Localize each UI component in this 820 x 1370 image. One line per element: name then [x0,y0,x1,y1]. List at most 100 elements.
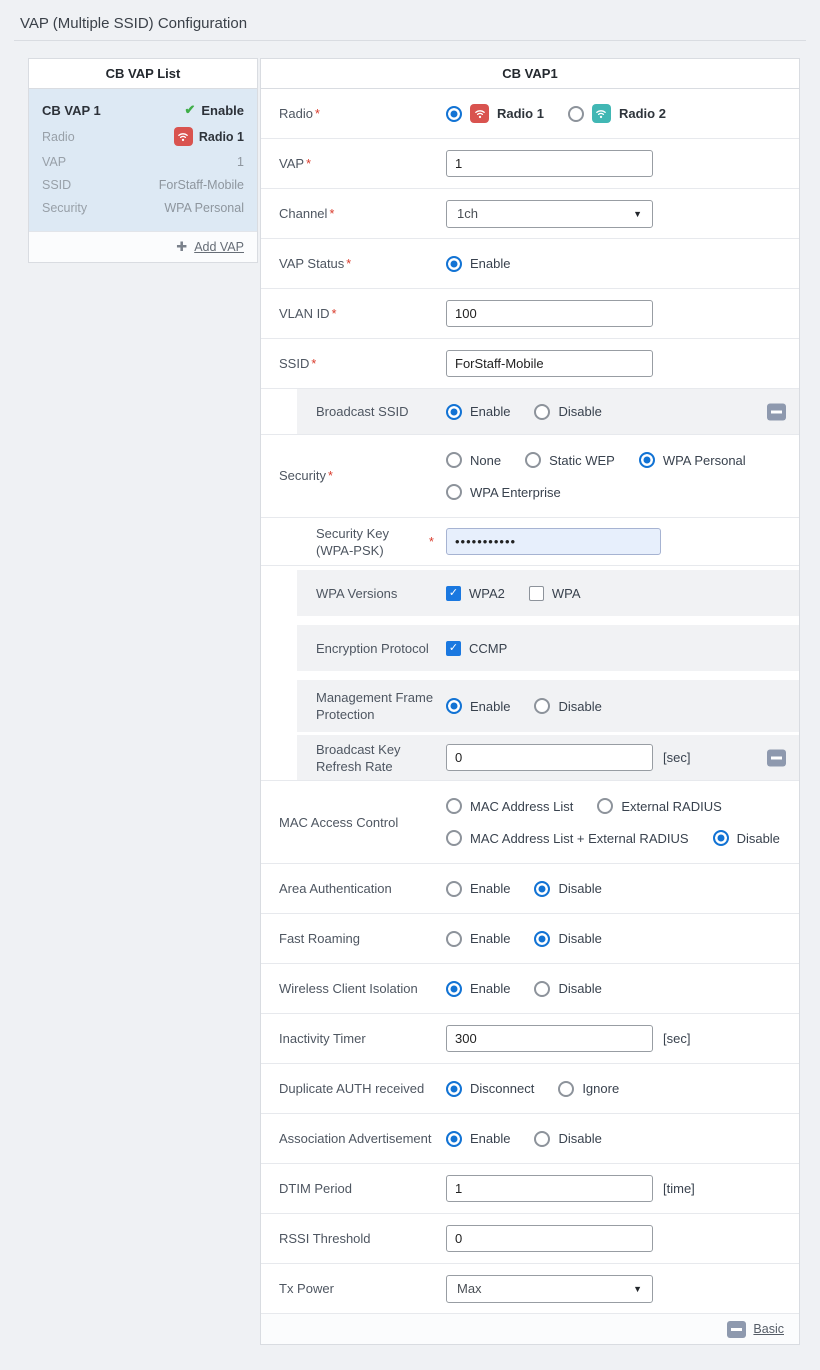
security-none-radio[interactable] [446,452,462,468]
radio1-option[interactable]: Radio 1 [446,104,544,123]
vap-input[interactable] [446,150,653,177]
mac-acl-disable-radio[interactable] [712,830,729,846]
vap-field-label: VAP [279,155,305,171]
broadcast-key-refresh-rate-input[interactable] [446,744,653,771]
assoc-adv-enable-option[interactable]: Enable [446,1130,510,1147]
dup-auth-ignore-radio[interactable] [558,1080,575,1097]
item-security-value: WPA Personal [164,201,244,215]
wci-enable-option[interactable]: Enable [446,980,510,997]
security-wpa-personal-radio[interactable] [638,452,655,468]
mac-list-plus-radius-radio[interactable] [446,830,462,846]
wpa2-option[interactable]: ✓ WPA2 [446,585,505,601]
external-radius-option[interactable]: External RADIUS [597,798,722,814]
vap-status-enable-radio[interactable] [446,255,462,272]
required-asterisk: * [306,156,311,171]
row-ssid: SSID * [261,339,799,389]
add-vap-row: ✚ Add VAP [29,231,257,262]
add-vap-link[interactable]: Add VAP [194,240,244,254]
chevron-down-icon: ▼ [633,208,642,219]
required-asterisk: * [429,534,434,549]
required-asterisk: * [329,206,335,221]
wpa2-checkbox[interactable]: ✓ [446,585,461,601]
assoc-adv-disable-option[interactable]: Disable [534,1130,602,1147]
wpa-option[interactable]: WPA [528,585,581,601]
mac-list-plus-radius-option[interactable]: MAC Address List + External RADIUS [446,830,689,846]
ccmp-option[interactable]: ✓ CCMP [446,640,507,656]
collapse-minus-button[interactable] [767,749,786,766]
tx-power-select[interactable]: Max ▼ [446,1274,653,1303]
collapse-minus-button[interactable] [727,1320,747,1338]
vap-status-field-label: VAP Status [279,255,345,271]
row-management-frame-protection: Management Frame Protection Enable Disab… [261,680,799,732]
assoc-adv-disable-radio[interactable] [534,1130,551,1147]
ssid-input[interactable] [446,350,653,377]
mac-acl-disable-option[interactable]: Disable [712,830,780,846]
security-key-input[interactable] [446,528,661,555]
channel-select[interactable]: 1ch ▼ [446,199,653,228]
rssi-threshold-input[interactable] [446,1225,653,1252]
mac-address-list-option[interactable]: MAC Address List [446,798,573,814]
wci-disable-radio[interactable] [534,980,551,997]
row-security: Security * None Static WEP WPA Personal W… [261,435,799,518]
broadcast-ssid-disable-option[interactable]: Disable [534,403,602,420]
vap-list-item[interactable]: CB VAP 1 ✔ Enable Radio Radio 1 VAP 1 SSI… [29,89,257,231]
area-auth-enable-option[interactable]: Enable [446,880,510,897]
required-asterisk: * [346,256,352,271]
page-title: VAP (Multiple SSID) Configuration [20,15,248,32]
mfp-enable-radio[interactable] [446,698,462,714]
wpa-versions-field-label: WPA Versions [316,585,398,601]
broadcast-ssid-enable-radio[interactable] [446,403,462,420]
row-vlan-id: VLAN ID * [261,289,799,339]
mfp-disable-option[interactable]: Disable [534,698,602,714]
row-wpa-versions: WPA Versions ✓ WPA2 WPA [261,570,799,616]
assoc-adv-enable-radio[interactable] [446,1130,462,1147]
broadcast-ssid-disable-radio[interactable] [534,403,551,420]
radio2-option[interactable]: Radio 2 [567,104,666,123]
radio2-radio-button[interactable] [567,105,584,122]
security-static-wep-radio[interactable] [525,452,542,468]
row-security-key: Security Key (WPA-PSK) * [261,518,799,566]
mfp-disable-radio[interactable] [534,698,551,714]
chevron-down-icon: ▼ [633,1283,642,1294]
area-auth-disable-option[interactable]: Disable [534,880,602,897]
fast-roaming-enable-radio[interactable] [446,930,462,947]
item-vap-value: 1 [237,155,244,169]
collapse-minus-button[interactable] [767,403,786,420]
mac-address-list-radio[interactable] [446,798,462,814]
external-radius-radio[interactable] [597,798,614,814]
security-static-wep-option[interactable]: Static WEP [525,452,615,468]
row-inactivity-timer: Inactivity Timer [sec] [261,1014,799,1064]
security-wpa-enterprise-radio[interactable] [446,484,462,500]
ccmp-checkbox[interactable]: ✓ [446,640,461,656]
mfp-enable-option[interactable]: Enable [446,698,510,714]
fast-roaming-disable-option[interactable]: Disable [534,930,602,947]
fast-roaming-disable-radio[interactable] [534,930,551,947]
area-auth-disable-radio[interactable] [534,880,551,897]
dtim-period-input[interactable] [446,1175,653,1202]
vap-item-status: ✔ Enable [184,102,244,118]
fast-roaming-enable-option[interactable]: Enable [446,930,510,947]
mfp-field-label: Management Frame Protection [316,690,434,722]
inactivity-timer-input[interactable] [446,1025,653,1052]
security-wpa-enterprise-option[interactable]: WPA Enterprise [446,484,561,500]
security-field-label: Security [279,468,326,483]
security-none-option[interactable]: None [446,452,501,468]
wpa-checkbox[interactable] [528,585,544,601]
dup-auth-disconnect-option[interactable]: Disconnect [446,1080,534,1097]
broadcast-ssid-enable-option[interactable]: Enable [446,403,510,420]
wci-enable-radio[interactable] [446,980,462,997]
area-auth-enable-radio[interactable] [446,880,462,897]
vlan-id-input[interactable] [446,300,653,327]
security-wpa-personal-option[interactable]: WPA Personal [638,452,746,468]
dup-auth-ignore-option[interactable]: Ignore [558,1080,619,1097]
vap-status-enable-option[interactable]: Enable [446,255,510,272]
row-rssi-threshold: RSSI Threshold [261,1214,799,1264]
radio1-radio-button[interactable] [446,105,462,122]
vap-config-title: CB VAP1 [261,59,799,89]
vap-config-panel: CB VAP1 Radio* Radio 1 Radio 2 VAP* Chan… [260,58,800,1345]
row-broadcast-ssid: Broadcast SSID Enable Disable [261,389,799,435]
basic-link[interactable]: Basic [753,1322,784,1336]
wci-disable-option[interactable]: Disable [534,980,602,997]
mac-access-control-field-label: MAC Access Control [279,814,399,830]
dup-auth-disconnect-radio[interactable] [446,1080,462,1097]
